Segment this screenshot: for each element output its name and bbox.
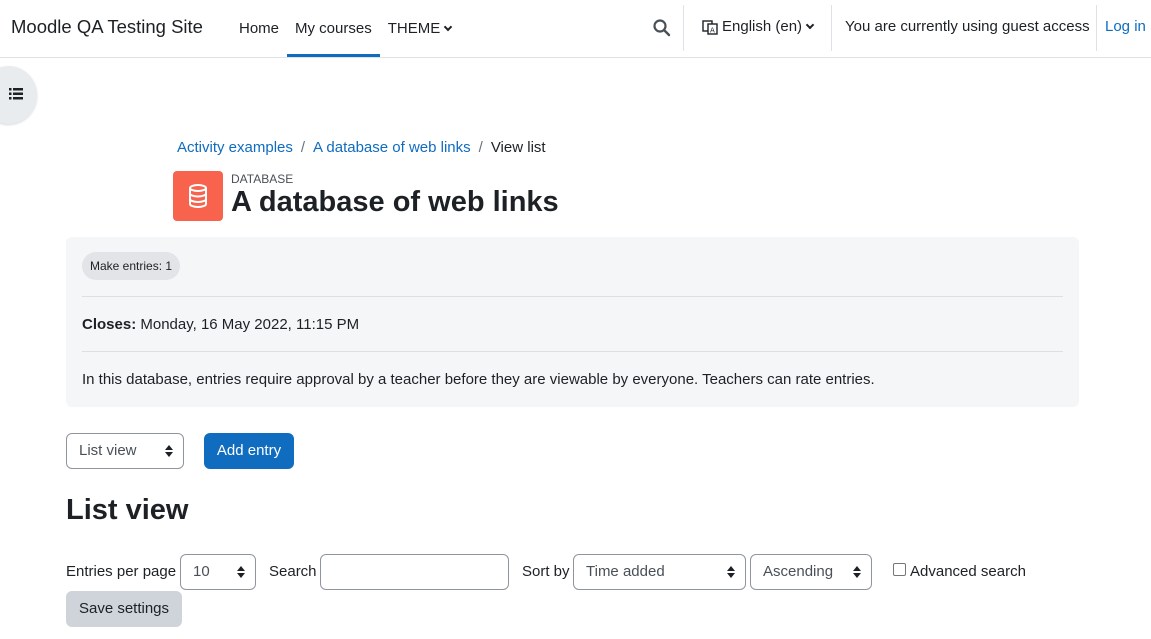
breadcrumb-activity-examples[interactable]: Activity examples bbox=[177, 139, 293, 156]
view-select[interactable]: List view bbox=[66, 433, 184, 469]
list-icon bbox=[9, 87, 23, 104]
sort-by-select[interactable]: Time added bbox=[573, 554, 746, 590]
sort-order-value: Ascending bbox=[763, 563, 834, 580]
page-title: A database of web links bbox=[231, 186, 559, 218]
primary-navigation: Home My courses THEME bbox=[229, 0, 459, 57]
advanced-search-checkbox[interactable] bbox=[893, 563, 906, 576]
select-arrows-icon bbox=[237, 566, 245, 578]
login-link[interactable]: Log in bbox=[1105, 18, 1146, 35]
navbar-divider bbox=[683, 5, 684, 51]
nav-my-courses[interactable]: My courses bbox=[287, 0, 380, 57]
database-icon bbox=[173, 171, 223, 221]
navbar-divider bbox=[831, 5, 832, 51]
divider bbox=[82, 296, 1063, 297]
select-arrows-icon bbox=[853, 566, 861, 578]
sort-order-select[interactable]: Ascending bbox=[750, 554, 872, 590]
closes-date: Closes: Monday, 16 May 2022, 11:15 PM bbox=[82, 316, 359, 333]
activity-description: In this database, entries require approv… bbox=[82, 371, 875, 388]
advanced-search-label[interactable]: Advanced search bbox=[910, 563, 1026, 580]
chevron-down-icon bbox=[805, 20, 815, 29]
sort-by-label: Sort by bbox=[522, 563, 570, 580]
sort-by-value: Time added bbox=[586, 563, 665, 580]
nav-home[interactable]: Home bbox=[231, 0, 287, 57]
language-label: English (en) bbox=[722, 18, 803, 35]
search-label: Search bbox=[269, 563, 317, 580]
divider bbox=[82, 351, 1063, 352]
navbar-divider bbox=[1096, 5, 1097, 51]
breadcrumb-separator: / bbox=[300, 139, 306, 156]
entries-per-page-select[interactable]: 10 bbox=[180, 554, 256, 590]
closes-value: Monday, 16 May 2022, 11:15 PM bbox=[140, 316, 360, 333]
select-arrows-icon bbox=[727, 566, 735, 578]
breadcrumb: Activity examples / A database of web li… bbox=[177, 139, 546, 156]
search-input[interactable] bbox=[320, 554, 509, 590]
language-icon: A bbox=[702, 19, 718, 35]
breadcrumb-current: View list bbox=[490, 139, 546, 156]
view-select-value: List view bbox=[79, 442, 137, 459]
breadcrumb-separator: / bbox=[478, 139, 483, 156]
nav-theme-label: THEME bbox=[387, 20, 441, 37]
save-settings-button[interactable]: Save settings bbox=[66, 591, 182, 627]
chevron-down-icon bbox=[443, 22, 453, 31]
closes-label: Closes: bbox=[82, 316, 137, 333]
section-title: List view bbox=[66, 494, 189, 526]
top-navbar: Moodle QA Testing Site Home My courses T… bbox=[0, 0, 1151, 58]
module-type-label: DATABASE bbox=[231, 172, 294, 186]
completion-badge: Make entries: 1 bbox=[82, 252, 181, 280]
guest-access-notice: You are currently using guest access bbox=[845, 18, 1090, 35]
svg-text:A: A bbox=[710, 26, 715, 34]
breadcrumb-database[interactable]: A database of web links bbox=[313, 139, 471, 156]
entries-per-page-label: Entries per page bbox=[66, 563, 177, 580]
add-entry-button[interactable]: Add entry bbox=[204, 433, 294, 469]
search-icon[interactable] bbox=[652, 18, 672, 38]
site-name[interactable]: Moodle QA Testing Site bbox=[11, 16, 203, 38]
course-index-toggle[interactable] bbox=[0, 66, 37, 124]
select-arrows-icon bbox=[165, 445, 173, 457]
nav-theme[interactable]: THEME bbox=[380, 0, 460, 57]
entries-per-page-value: 10 bbox=[193, 563, 210, 580]
activity-information: Make entries: 1 Closes: Monday, 16 May 2… bbox=[66, 237, 1079, 407]
language-menu[interactable]: A English (en) bbox=[702, 18, 815, 35]
